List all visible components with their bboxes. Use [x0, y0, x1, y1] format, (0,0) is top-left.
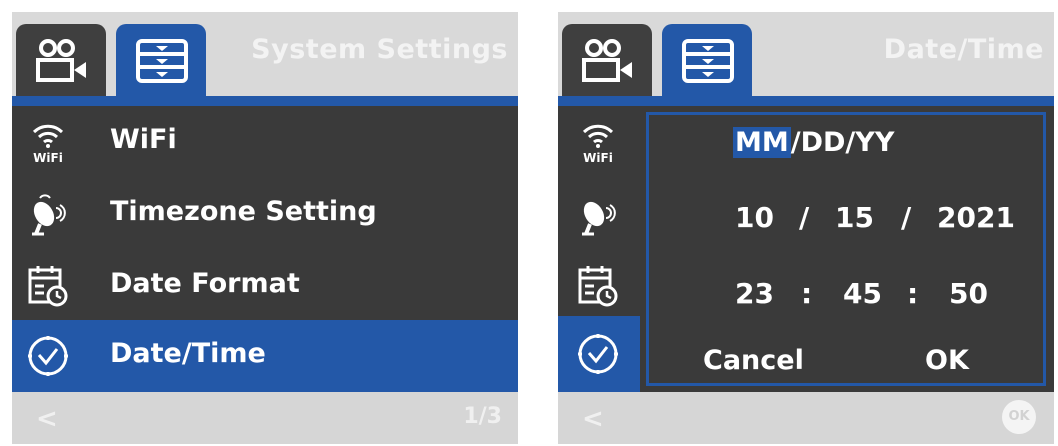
page-title: Date/Time — [883, 34, 1044, 65]
tab-settings[interactable] — [116, 24, 206, 96]
menu-item-label: WiFi — [110, 124, 177, 155]
date-time-screen: Date/Time WiFi MM/DD/YY 10 / 15 / 2021 2… — [558, 12, 1054, 444]
clock-icon — [578, 334, 618, 374]
footer-bar: < 1/3 — [12, 392, 518, 444]
page-indicator: 1/3 — [463, 404, 502, 429]
year-field[interactable]: 2021 — [937, 201, 1015, 234]
time-separator: : — [907, 277, 919, 310]
hour-field[interactable]: 23 — [735, 277, 774, 310]
satellite-dish-icon — [582, 201, 616, 236]
header-divider — [558, 96, 1054, 106]
settings-list-icon — [682, 39, 734, 83]
system-settings-screen: System Settings WiFi WiFi Timezone Setti… — [12, 12, 518, 444]
settings-menu: WiFi WiFi Timezone Setting Date Format D… — [12, 106, 518, 392]
date-format-display[interactable]: MM/DD/YY — [733, 127, 894, 158]
clock-icon — [28, 336, 68, 376]
side-icons: WiFi — [558, 106, 640, 392]
date-separator: / — [901, 201, 912, 234]
back-button[interactable]: < — [582, 404, 604, 434]
svg-text:WiFi: WiFi — [583, 151, 613, 164]
month-field[interactable]: 10 — [735, 201, 774, 234]
camera-icon — [36, 39, 86, 82]
cancel-button[interactable]: Cancel — [703, 345, 804, 376]
format-month-highlight[interactable]: MM — [733, 127, 791, 158]
page-title: System Settings — [251, 34, 508, 65]
wifi-icon: WiFi — [582, 124, 614, 164]
menu-item-timezone[interactable]: Timezone Setting — [12, 178, 518, 250]
tab-camera[interactable] — [562, 24, 652, 96]
header-bar: System Settings — [12, 12, 518, 96]
menu-item-date-format[interactable]: Date Format — [12, 250, 518, 322]
menu-item-label: Date Format — [110, 268, 300, 299]
day-field[interactable]: 15 — [835, 201, 874, 234]
camera-icon — [582, 39, 632, 82]
ok-circle-icon[interactable]: OK — [1002, 400, 1036, 434]
date-time-body: WiFi MM/DD/YY 10 / 15 / 2021 23: 45: 5… — [558, 106, 1054, 392]
ok-button[interactable]: OK — [925, 345, 969, 376]
date-separator: / — [799, 201, 810, 234]
footer-bar: < OK — [558, 392, 1054, 444]
satellite-dish-icon — [32, 194, 66, 236]
date-time-panel: MM/DD/YY 10 / 15 / 2021 23 : 45 : 50 Can… — [646, 112, 1046, 386]
wifi-icon: WiFi — [32, 124, 64, 164]
format-rest: /DD/YY — [790, 127, 895, 158]
calendar-clock-icon — [578, 266, 618, 307]
svg-text:WiFi: WiFi — [33, 151, 63, 164]
minute-field[interactable]: 45 — [843, 277, 882, 310]
settings-list-icon — [136, 39, 188, 83]
second-field[interactable]: 50 — [949, 277, 988, 310]
side-item-date-time[interactable] — [558, 316, 640, 392]
tab-settings[interactable] — [662, 24, 752, 96]
menu-item-label: Date/Time — [110, 338, 266, 369]
time-separator: : — [801, 277, 813, 310]
menu-item-date-time[interactable]: Date/Time — [12, 320, 518, 392]
calendar-clock-icon — [28, 266, 68, 307]
header-bar: Date/Time — [558, 12, 1054, 96]
menu-item-wifi[interactable]: WiFi WiFi — [12, 106, 518, 178]
menu-item-label: Timezone Setting — [110, 196, 377, 227]
tab-camera[interactable] — [16, 24, 106, 96]
back-button[interactable]: < — [36, 404, 58, 434]
header-divider — [12, 96, 518, 106]
